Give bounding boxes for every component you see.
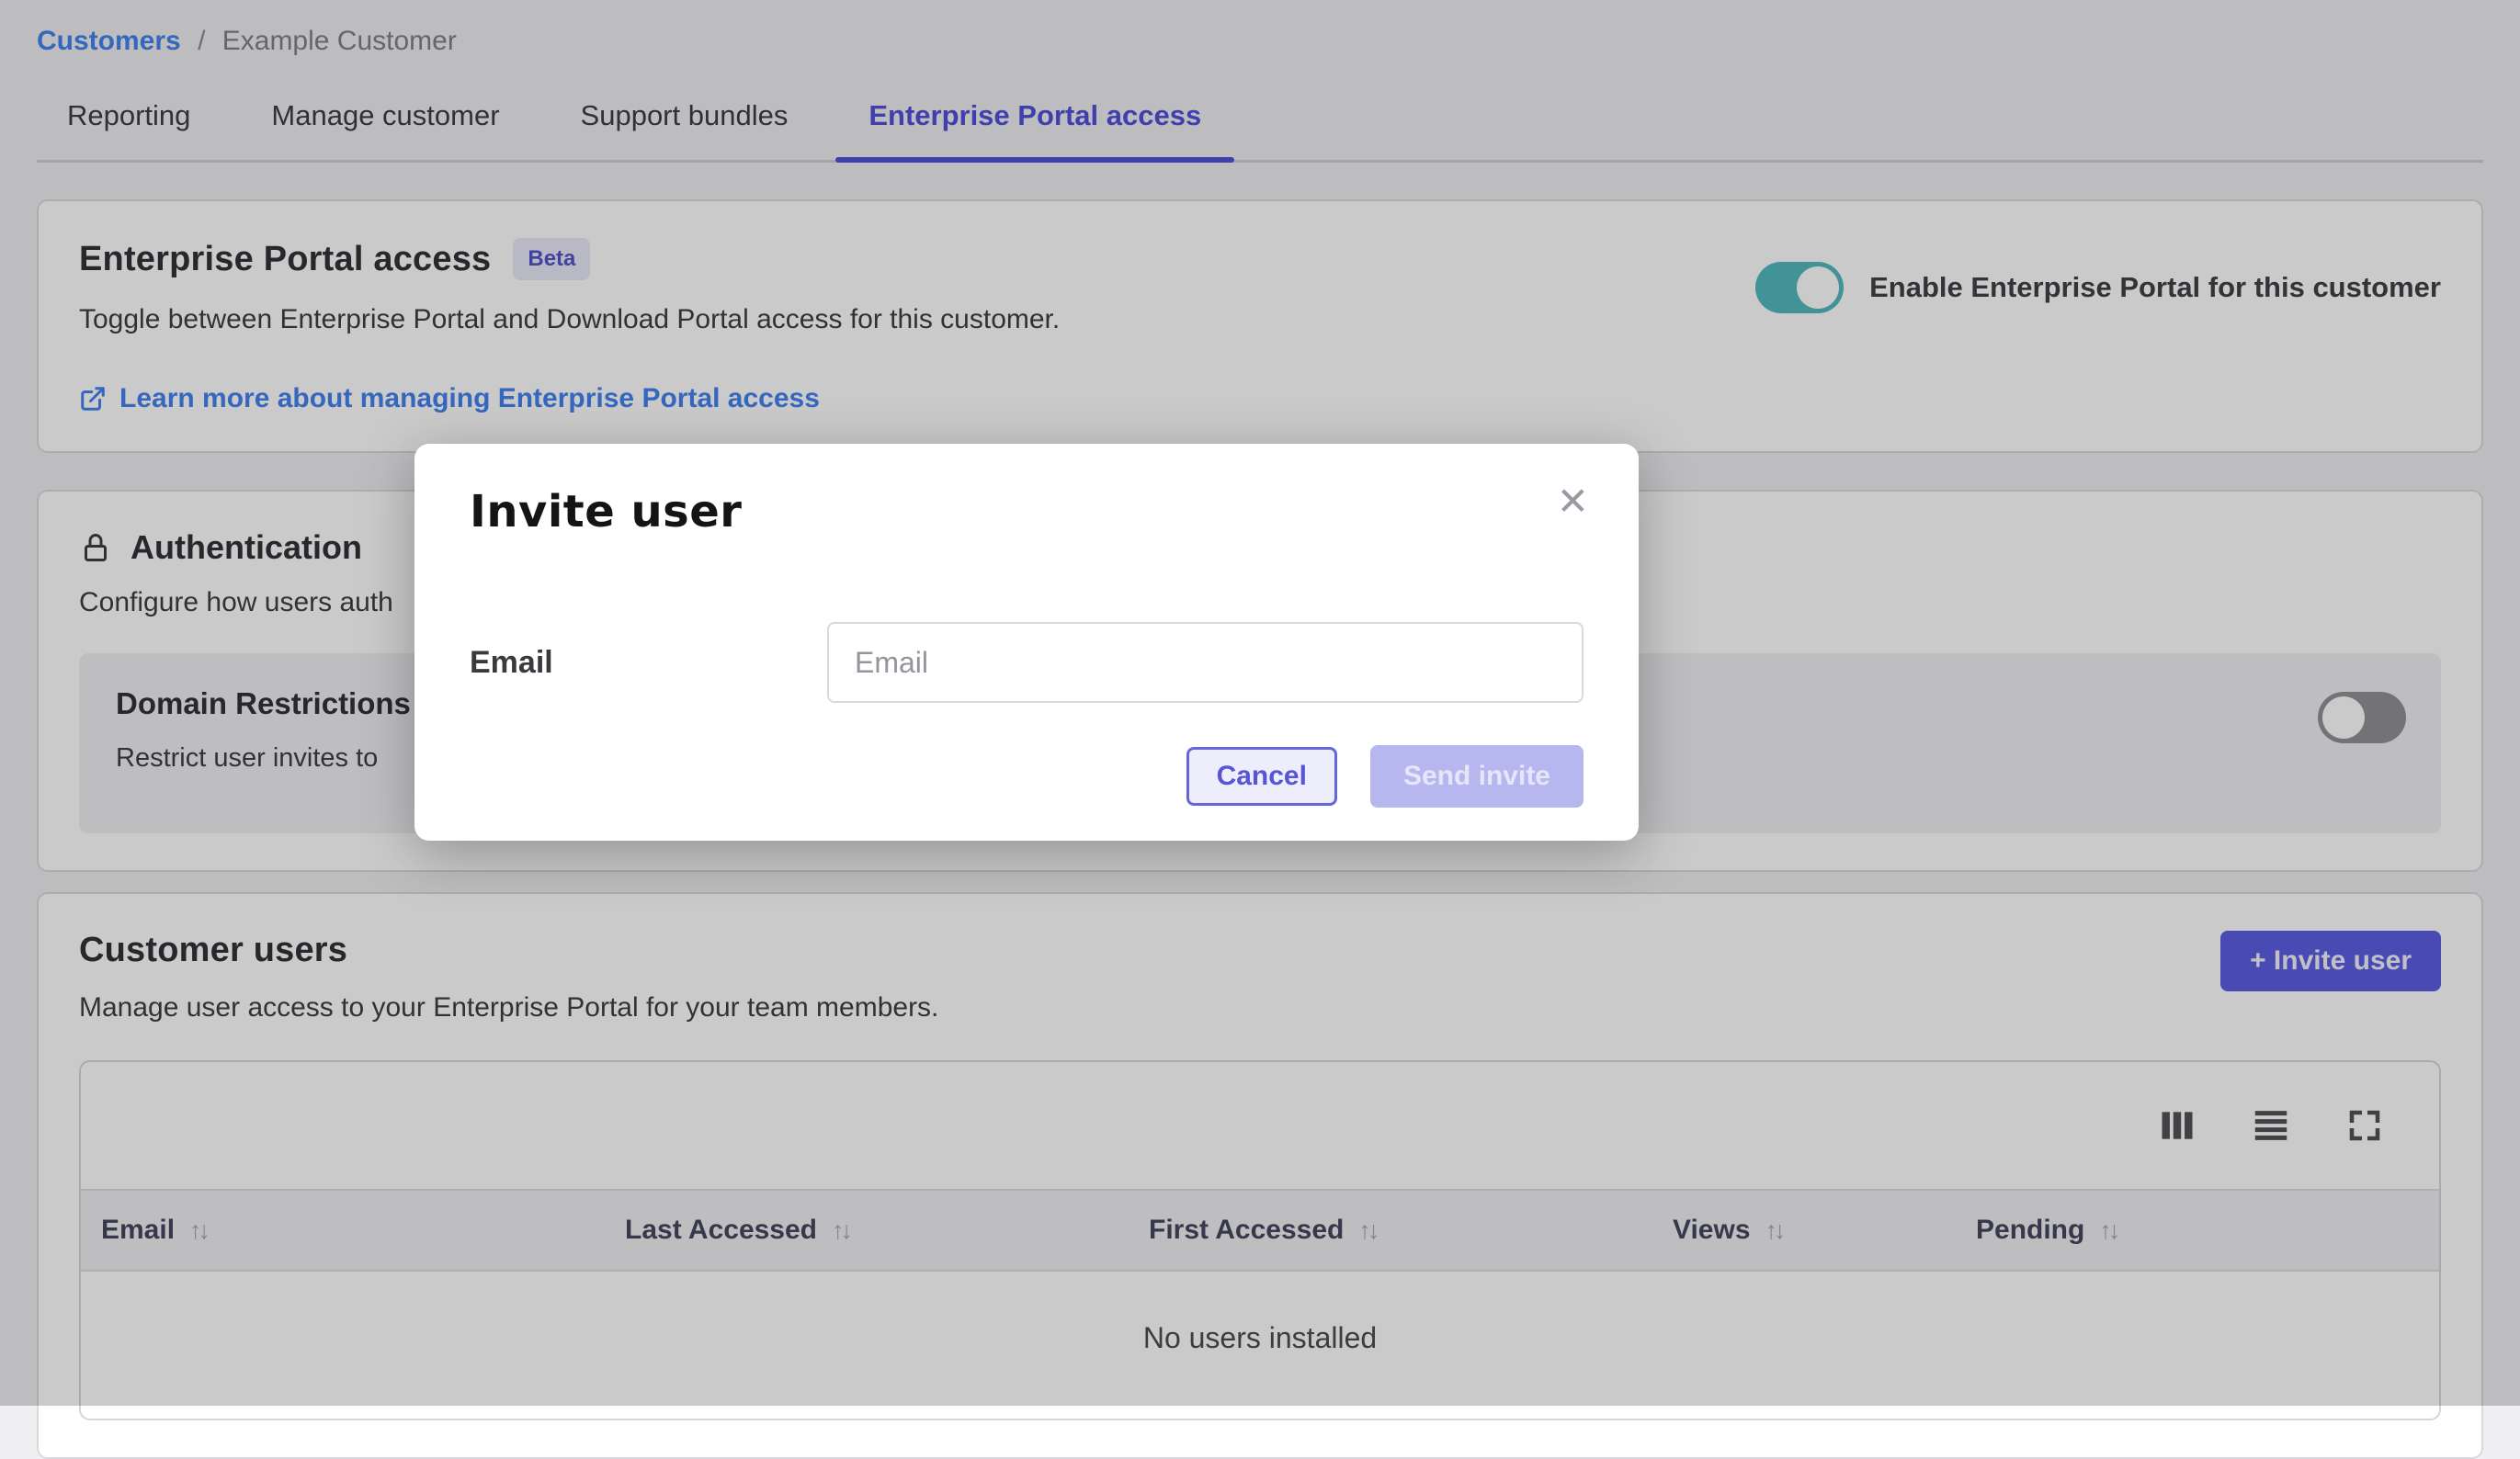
email-field[interactable]	[827, 622, 1584, 703]
invite-user-modal: Invite user ✕ Email Cancel Send invite	[414, 444, 1639, 841]
close-icon[interactable]: ✕	[1557, 482, 1589, 521]
modal-title: Invite user	[470, 486, 1584, 537]
send-invite-button[interactable]: Send invite	[1370, 745, 1584, 808]
cancel-button[interactable]: Cancel	[1186, 747, 1337, 806]
email-label: Email	[470, 645, 827, 681]
